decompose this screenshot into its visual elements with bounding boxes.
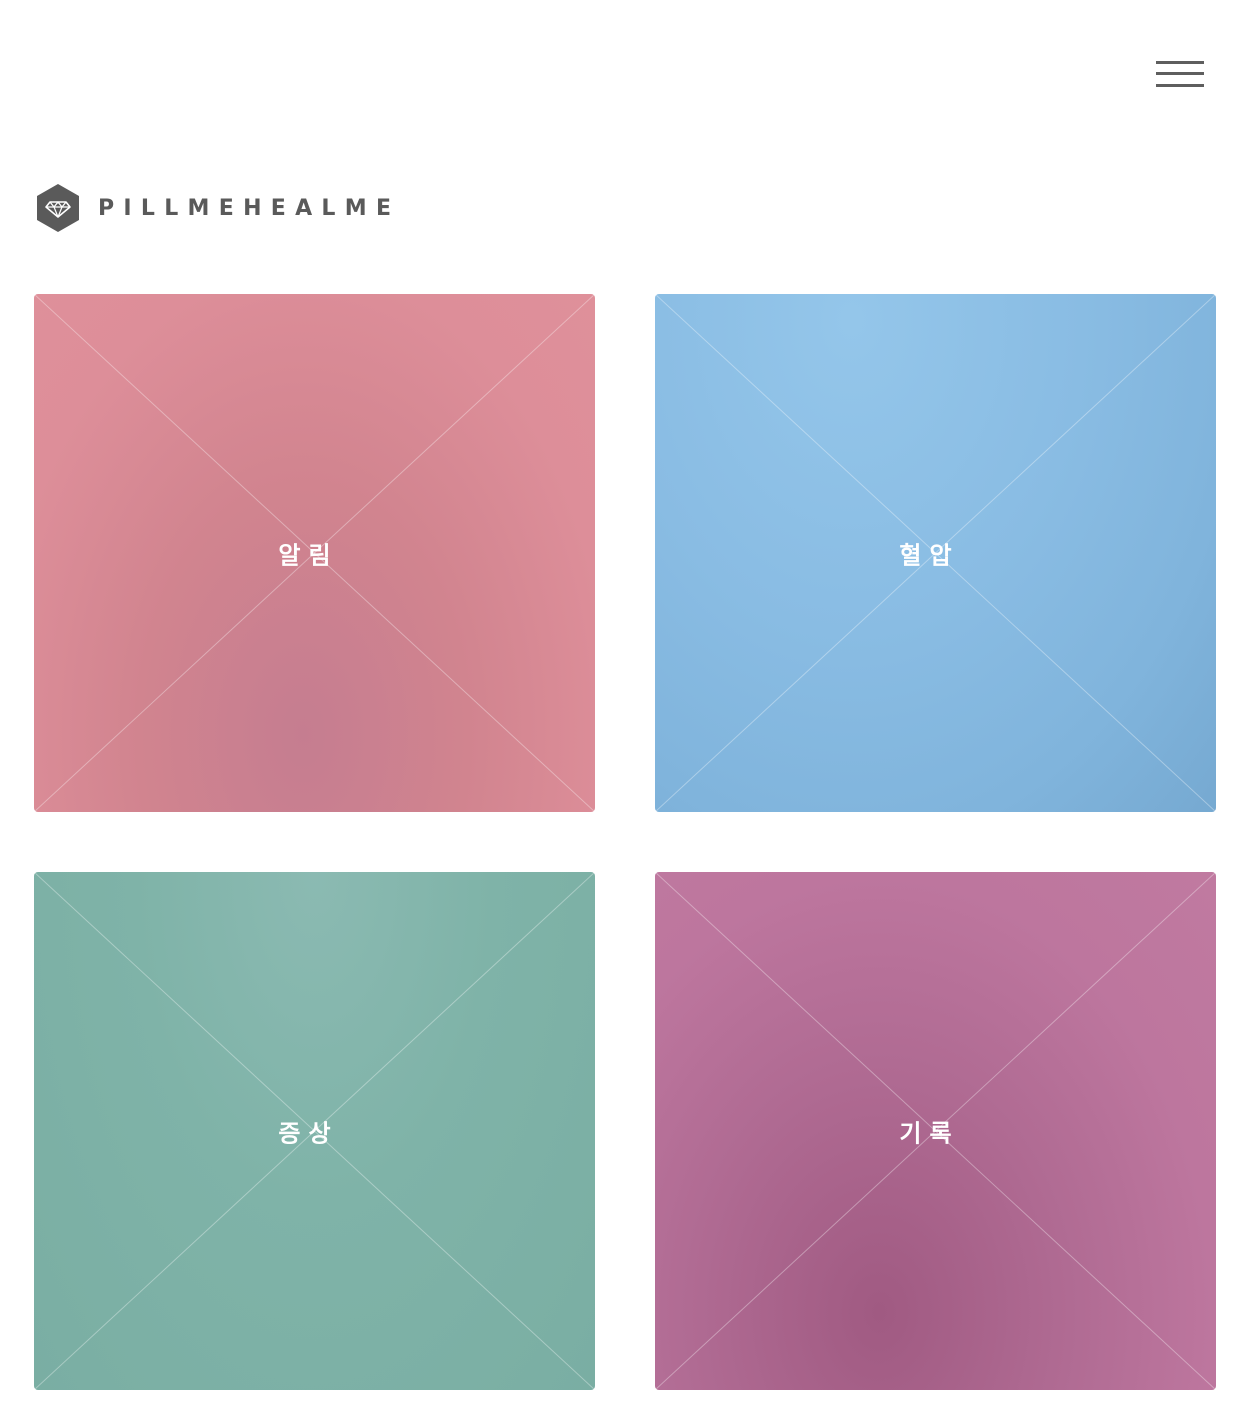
brand-name: PILLMEHEALME (98, 195, 401, 221)
tile-blood-pressure[interactable]: 혈압 (655, 294, 1216, 812)
brand-logo[interactable]: PILLMEHEALME (36, 183, 400, 233)
hamburger-menu-icon (1156, 61, 1204, 64)
tile-label: 증상 (278, 1119, 339, 1148)
tile-symptom[interactable]: 증상 (34, 872, 595, 1390)
menu-button[interactable] (1150, 56, 1210, 96)
tile-record[interactable]: 기록 (655, 872, 1216, 1390)
tile-label: 알림 (278, 541, 339, 570)
tile-label: 기록 (899, 1119, 960, 1148)
tile-label: 혈압 (899, 541, 960, 570)
tile-alarm[interactable]: 알림 (34, 294, 595, 812)
hexagon-diamond-logo-icon (37, 184, 79, 232)
